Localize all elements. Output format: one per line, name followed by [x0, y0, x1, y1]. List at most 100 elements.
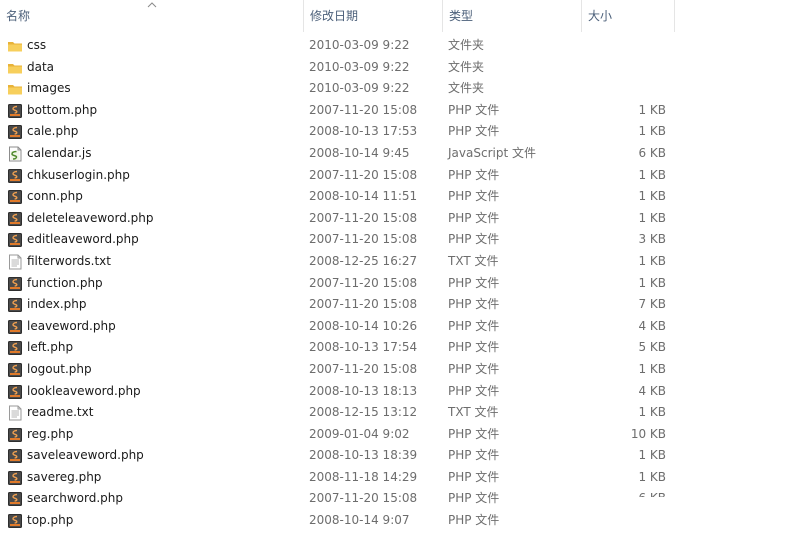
- file-type: PHP 文件: [448, 297, 500, 312]
- file-type: 文件夹: [448, 38, 485, 52]
- file-type: PHP 文件: [448, 167, 500, 182]
- file-type: 文件夹: [448, 81, 485, 96]
- file-size: 1 KB: [638, 448, 666, 463]
- php-file-icon: [7, 165, 23, 187]
- file-type: PHP 文件: [448, 361, 500, 376]
- file-name: logout.php: [27, 361, 92, 376]
- file-type: PHP 文件: [448, 513, 500, 528]
- file-modified-date: 2007-11-20 15:08: [309, 167, 418, 182]
- file-modified-date: 2008-10-14 11:51: [309, 189, 418, 204]
- file-size: 4 KB: [638, 318, 666, 333]
- file-row[interactable]: bottom.php 2007-11-20 15:08 PHP 文件 1 KB: [0, 100, 675, 122]
- file-name: left.php: [27, 340, 74, 355]
- file-name: leaveword.php: [27, 318, 116, 333]
- file-name: reg.php: [27, 426, 74, 441]
- file-row[interactable]: filterwords.txt 2008-12-25 16:27 TXT 文件 1 K…: [0, 251, 675, 273]
- file-row[interactable]: lookleaveword.php 2008-10-13 18:13 PHP 文件 4…: [0, 381, 675, 403]
- file-name: deleteleaveword.php: [27, 210, 154, 225]
- file-name: chkuserlogin.php: [27, 167, 130, 182]
- file-name: data: [27, 59, 55, 74]
- file-size: 1 KB: [638, 102, 666, 117]
- column-header-type-label: 类型: [449, 9, 474, 23]
- file-type: PHP 文件: [448, 491, 500, 506]
- file-row[interactable]: data 2010-03-09 9:22 文件夹: [0, 57, 675, 79]
- file-modified-date: 2008-10-13 18:39: [309, 448, 418, 463]
- file-row[interactable]: conn.php 2008-10-14 11:51 PHP 文件 1 KB: [0, 186, 675, 208]
- file-name: top.php: [27, 513, 74, 528]
- file-explorer: 名称 修改日期 类型 大小 css 2010-03-09 9:22 文件夹 data 2…: [0, 0, 800, 559]
- file-row[interactable]: logout.php 2007-11-20 15:08 PHP 文件 1 KB: [0, 359, 675, 381]
- file-row[interactable]: calendar.js 2008-10-14 9:45 JavaScript 文件 6…: [0, 143, 675, 165]
- file-modified-date: 2007-11-20 15:08: [309, 491, 418, 506]
- file-size: [581, 57, 666, 79]
- file-row[interactable]: reg.php 2009-01-04 9:02 PHP 文件 10 KB: [0, 424, 675, 446]
- file-row[interactable]: top.php 2008-10-14 9:07 PHP 文件: [0, 510, 675, 532]
- file-size: 1 KB: [638, 361, 666, 376]
- file-row[interactable]: chkuserlogin.php 2007-11-20 15:08 PHP 文件 1 …: [0, 165, 675, 187]
- file-size: 10 KB: [630, 426, 666, 441]
- column-header-row: 名称 修改日期 类型 大小: [0, 0, 675, 32]
- php-file-icon: [7, 359, 23, 381]
- column-header-size[interactable]: 大小: [581, 0, 675, 32]
- file-row[interactable]: index.php 2007-11-20 15:08 PHP 文件 7 KB: [0, 294, 675, 316]
- file-modified-date: 2007-11-20 15:08: [309, 361, 418, 376]
- file-name: index.php: [27, 297, 87, 312]
- php-file-icon: [7, 273, 23, 295]
- file-row[interactable]: left.php 2008-10-13 17:54 PHP 文件 5 KB: [0, 337, 675, 359]
- file-name: css: [27, 38, 47, 52]
- file-row[interactable]: savereg.php 2008-11-18 14:29 PHP 文件 1 KB: [0, 467, 675, 489]
- txt-file-icon: [7, 402, 23, 424]
- file-size: 3 KB: [638, 232, 666, 247]
- file-row[interactable]: editleaveword.php 2007-11-20 15:08 PHP 文件 3…: [0, 229, 675, 251]
- file-type: TXT 文件: [448, 253, 499, 268]
- file-name: readme.txt: [27, 405, 94, 420]
- file-modified-date: 2007-11-20 15:08: [309, 210, 418, 225]
- file-row[interactable]: cale.php 2008-10-13 17:53 PHP 文件 1 KB: [0, 121, 675, 143]
- file-modified-date: 2010-03-09 9:22: [309, 59, 410, 74]
- file-row[interactable]: readme.txt 2008-12-15 13:12 TXT 文件 1 KB: [0, 402, 675, 424]
- file-type: PHP 文件: [448, 210, 500, 225]
- file-modified-date: 2010-03-09 9:22: [309, 81, 410, 96]
- file-name: bottom.php: [27, 102, 98, 117]
- file-type: PHP 文件: [448, 232, 500, 247]
- js-file-icon: [7, 143, 23, 165]
- file-name: function.php: [27, 275, 103, 290]
- file-type: TXT 文件: [448, 405, 499, 420]
- php-file-icon: [7, 229, 23, 251]
- file-modified-date: 2010-03-09 9:22: [309, 38, 410, 52]
- file-size: 1 KB: [638, 210, 666, 225]
- file-row[interactable]: function.php 2007-11-20 15:08 PHP 文件 1 KB: [0, 273, 675, 295]
- file-modified-date: 2009-01-04 9:02: [309, 426, 410, 441]
- file-size: 7 KB: [638, 297, 666, 312]
- file-row[interactable]: leaveword.php 2008-10-14 10:26 PHP 文件 4 KB: [0, 316, 675, 338]
- file-modified-date: 2007-11-20 15:08: [309, 297, 418, 312]
- file-size: 4 KB: [638, 383, 666, 398]
- file-row[interactable]: css 2010-03-09 9:22 文件夹: [0, 35, 675, 57]
- file-size: 1 KB: [638, 189, 666, 204]
- file-row[interactable]: deleteleaveword.php 2007-11-20 15:08 PHP 文…: [0, 208, 675, 230]
- file-size: 6 KB: [638, 145, 666, 160]
- php-file-icon: [7, 488, 23, 510]
- folder-icon: [7, 57, 23, 79]
- folder-icon: [7, 78, 23, 100]
- file-name: savereg.php: [27, 469, 102, 484]
- file-row[interactable]: searchword.php 2007-11-20 15:08 PHP 文件 6 KB: [0, 488, 675, 510]
- column-header-type[interactable]: 类型: [442, 0, 581, 32]
- file-type: 文件夹: [448, 59, 485, 74]
- file-type: PHP 文件: [448, 102, 500, 117]
- file-row[interactable]: images 2010-03-09 9:22 文件夹: [0, 78, 675, 100]
- file-row[interactable]: saveleaveword.php 2008-10-13 18:39 PHP 文件 1…: [0, 445, 675, 467]
- column-header-date[interactable]: 修改日期: [303, 0, 442, 32]
- php-file-icon: [7, 100, 23, 122]
- file-size: 6 KB: [581, 488, 666, 497]
- php-file-icon: [7, 467, 23, 489]
- file-type: PHP 文件: [448, 124, 500, 139]
- file-type: PHP 文件: [448, 189, 500, 204]
- file-modified-date: 2008-10-13 17:53: [309, 124, 418, 139]
- file-modified-date: 2008-10-13 18:13: [309, 383, 418, 398]
- file-modified-date: 2008-10-13 17:54: [309, 340, 418, 355]
- file-size: [581, 510, 666, 532]
- file-size: 1 KB: [638, 167, 666, 182]
- php-file-icon: [7, 294, 23, 316]
- file-size: [581, 35, 666, 57]
